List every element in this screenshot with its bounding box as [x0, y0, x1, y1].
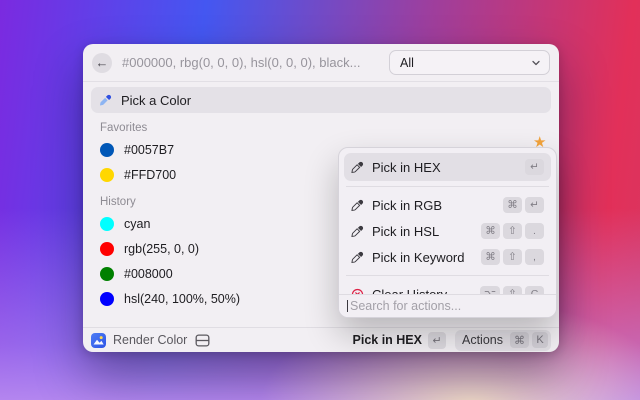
chevron-down-icon [531, 58, 541, 68]
divider [346, 186, 549, 187]
shift-key-badge: ⇧ [503, 249, 522, 265]
eyedropper-icon [351, 199, 364, 212]
color-swatch [100, 217, 114, 231]
footer: Render Color Pick in HEX ↵ Actions ⌘ K [83, 327, 559, 352]
color-swatch [100, 292, 114, 306]
eyedropper-icon [351, 161, 364, 174]
color-swatch [100, 168, 114, 182]
section-title-favorites: Favorites [100, 122, 559, 134]
cmd-key-badge: ⌘ [503, 197, 522, 213]
divider [346, 275, 549, 276]
footer-app-name: Render Color [113, 333, 187, 347]
actions-search-input[interactable]: Search for actions... [339, 294, 556, 317]
popup-item-label: Pick in HEX [372, 160, 517, 175]
actions-search-placeholder: Search for actions... [350, 299, 461, 313]
cmd-key-badge: ⌘ [510, 332, 529, 348]
period-key-badge: . [525, 223, 544, 239]
color-label: #0057B7 [124, 143, 174, 157]
popup-item-pick-in-hsl[interactable]: Pick in HSL ⌘ ⇧ . [344, 218, 551, 244]
back-button[interactable]: ← [92, 53, 112, 73]
color-swatch [100, 242, 114, 256]
popup-item-label: Pick in HSL [372, 224, 473, 239]
color-label: #FFD700 [124, 168, 176, 182]
popup-item-pick-in-hex[interactable]: Pick in HEX ↵ [344, 153, 551, 181]
popup-item-label: Pick in RGB [372, 198, 495, 213]
cmd-key-badge: ⌘ [481, 249, 500, 265]
popup-item-pick-in-rgb[interactable]: Pick in RGB ⌘ ↵ [344, 192, 551, 218]
popup-item-label: Pick in Keyword [372, 250, 473, 265]
eyedropper-icon [99, 94, 112, 107]
color-label: #008000 [124, 267, 173, 281]
color-label: hsl(240, 100%, 50%) [124, 292, 240, 306]
actions-button[interactable]: Actions ⌘ K [455, 330, 551, 351]
pick-a-color-label: Pick a Color [121, 93, 191, 108]
render-color-app-icon [91, 333, 106, 348]
comma-key-badge: , [525, 249, 544, 265]
eyedropper-icon [351, 225, 364, 238]
popup-item-pick-in-keyword[interactable]: Pick in Keyword ⌘ ⇧ , [344, 244, 551, 270]
color-swatch [100, 267, 114, 281]
color-label: rgb(255, 0, 0) [124, 242, 199, 256]
list-item-pick-a-color[interactable]: Pick a Color [91, 87, 551, 113]
color-swatch [100, 143, 114, 157]
filter-dropdown[interactable]: All [389, 50, 550, 75]
actions-popup: Pick in HEX ↵ Pick in RGB ⌘ ↵ Pick in HS… [338, 147, 557, 318]
return-key-badge: ↵ [525, 159, 544, 175]
search-input[interactable]: #000000, rbg(0, 0, 0), hsl(0, 0, 0), bla… [122, 55, 389, 70]
text-cursor [347, 300, 348, 312]
command-bar-icon[interactable] [195, 334, 210, 347]
k-key-badge: K [532, 332, 548, 348]
return-key-badge: ↵ [525, 197, 544, 213]
header: ← #000000, rbg(0, 0, 0), hsl(0, 0, 0), b… [83, 44, 559, 82]
cmd-key-badge: ⌘ [481, 223, 500, 239]
eyedropper-icon [351, 251, 364, 264]
return-key-badge: ↵ [428, 332, 446, 349]
footer-primary-action[interactable]: Pick in HEX [353, 333, 422, 347]
color-label: cyan [124, 217, 150, 231]
shift-key-badge: ⇧ [503, 223, 522, 239]
actions-label: Actions [462, 333, 503, 347]
filter-value: All [400, 56, 531, 70]
